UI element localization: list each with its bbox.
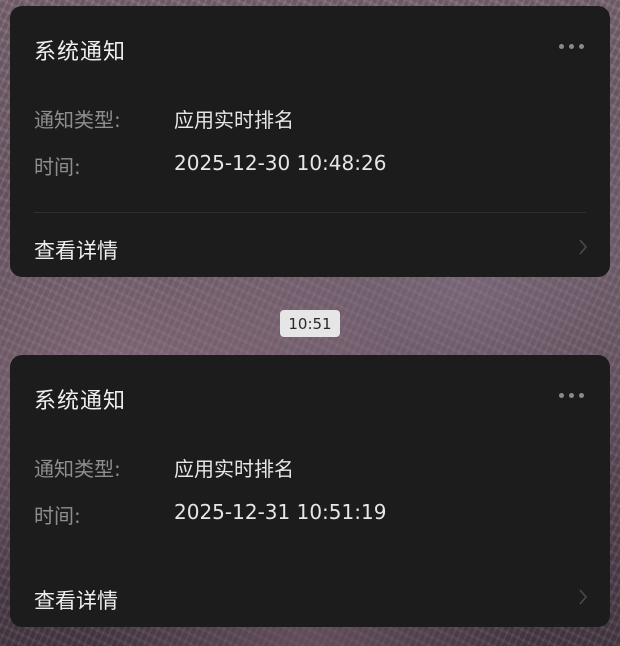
notification-time-value: 2025-12-31 10:51:19 xyxy=(174,500,387,524)
view-details-label: 查看详情 xyxy=(34,239,118,263)
card-title: 系统通知 xyxy=(34,40,127,65)
view-details-label: 查看详情 xyxy=(34,589,118,613)
notification-type-label: 通知类型: xyxy=(34,108,121,132)
notification-time-label: 时间: xyxy=(34,155,81,179)
notification-type-value: 应用实时排名 xyxy=(174,108,294,132)
notification-time-row: 时间: 2025-12-31 10:51:19 xyxy=(34,500,386,529)
notification-type-row: 通知类型: 应用实时排名 xyxy=(34,453,294,482)
notification-time-label: 时间: xyxy=(34,504,81,528)
card-title: 系统通知 xyxy=(34,389,127,414)
time-separator: 10:51 xyxy=(280,310,340,337)
notification-type-label: 通知类型: xyxy=(34,457,121,481)
notification-time-row: 时间: 2025-12-30 10:48:26 xyxy=(34,151,386,180)
notification-type-row: 通知类型: 应用实时排名 xyxy=(34,104,294,133)
notification-card: 系统通知 通知类型: 应用实时排名 时间: 2025-12-31 10:51:1… xyxy=(10,355,610,627)
chevron-right-icon xyxy=(579,239,588,255)
view-details-button[interactable]: 查看详情 xyxy=(10,213,610,277)
notification-card: 系统通知 通知类型: 应用实时排名 时间: 2025-12-30 10:48:2… xyxy=(10,6,610,277)
chevron-right-icon xyxy=(579,589,588,605)
more-icon[interactable] xyxy=(559,393,584,398)
view-details-button[interactable]: 查看详情 xyxy=(10,563,610,627)
notification-type-value: 应用实时排名 xyxy=(174,457,294,481)
notification-time-value: 2025-12-30 10:48:26 xyxy=(174,151,387,175)
more-icon[interactable] xyxy=(559,44,584,49)
